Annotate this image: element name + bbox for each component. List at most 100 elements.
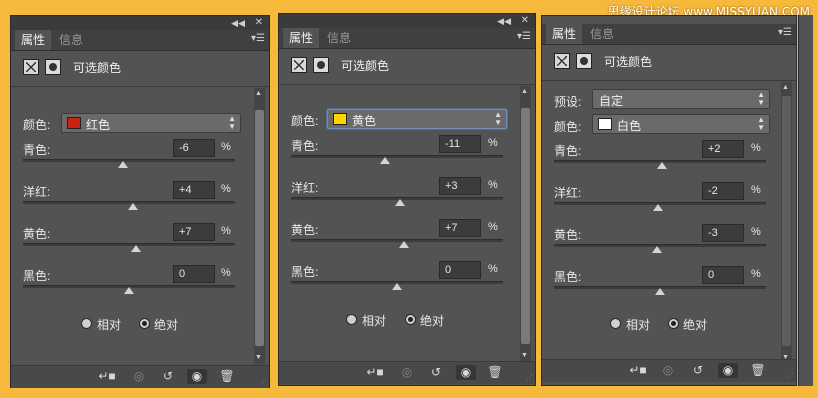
slider-thumb[interactable]: [652, 204, 663, 211]
menu-icon[interactable]: ▾☰: [778, 27, 792, 39]
radio-relative[interactable]: [346, 314, 357, 325]
adjustment-layer-icon[interactable]: [23, 59, 39, 75]
slider-value-field[interactable]: 0: [173, 265, 215, 283]
view-previous-state-icon[interactable]: ◎: [658, 363, 678, 378]
eye-icon[interactable]: ◉: [456, 365, 476, 380]
preset-select[interactable]: 自定 ▲ ▼: [592, 89, 770, 109]
slider-thumb[interactable]: [399, 241, 410, 248]
tab-info[interactable]: 信息: [321, 28, 357, 48]
scrollbar[interactable]: ▲ ▼: [254, 88, 265, 364]
tab-info[interactable]: 信息: [584, 24, 620, 44]
slider-thumb[interactable]: [651, 246, 662, 253]
layer-mask-icon[interactable]: [313, 57, 329, 73]
slider-thumb[interactable]: [392, 283, 402, 290]
resize-grip[interactable]: ⋰: [787, 373, 794, 380]
slider-thumb[interactable]: [395, 199, 406, 206]
slider-thumb[interactable]: [124, 287, 134, 294]
scrollbar-thumb[interactable]: [255, 110, 264, 346]
trash-icon[interactable]: 🗑: [217, 369, 237, 384]
layer-mask-icon[interactable]: [576, 53, 592, 69]
slider-thumb[interactable]: [657, 162, 668, 169]
radio-absolute[interactable]: [668, 318, 679, 329]
tab-properties[interactable]: 属性: [15, 30, 52, 50]
tab-properties[interactable]: 属性: [546, 24, 583, 44]
tab-properties[interactable]: 属性: [283, 28, 320, 48]
reset-icon[interactable]: ↺: [426, 365, 446, 380]
radio-relative-label: 相对: [626, 318, 651, 332]
scroll-down-icon[interactable]: ▼: [521, 352, 528, 360]
menu-icon[interactable]: ▾☰: [517, 31, 531, 43]
tab-info[interactable]: 信息: [53, 30, 89, 50]
percent-unit: %: [488, 263, 498, 275]
eye-icon[interactable]: ◉: [187, 369, 207, 384]
reset-icon[interactable]: ↺: [158, 369, 178, 384]
close-icon[interactable]: ✕: [521, 14, 529, 28]
clip-to-layer-icon[interactable]: ↵■: [97, 369, 117, 384]
chevron-updown-icon: ▲ ▼: [228, 114, 236, 131]
radio-relative[interactable]: [610, 318, 621, 329]
trash-icon[interactable]: 🗑: [485, 365, 505, 380]
view-previous-state-icon[interactable]: ◎: [397, 365, 417, 380]
slider-value-field[interactable]: -2: [702, 182, 744, 200]
scroll-up-icon[interactable]: ▲: [521, 88, 528, 96]
scrollbar-thumb[interactable]: [521, 108, 530, 344]
slider-value-field[interactable]: +4: [173, 181, 215, 199]
radio-absolute[interactable]: [405, 314, 416, 325]
percent-unit: %: [488, 221, 498, 233]
properties-panel-1: ◀◀ ✕ 属性 信息 ▾☰ 可选颜色 颜色: 红色 ▲ ▼ 相对 绝对 ▲ ▼ ↵…: [10, 15, 270, 388]
color-select[interactable]: 白色 ▲ ▼: [592, 114, 770, 134]
slider-thumb[interactable]: [655, 288, 665, 295]
panel-tabs: 属性 信息 ▾☰: [542, 24, 796, 45]
adjustment-layer-icon[interactable]: [291, 57, 307, 73]
scroll-down-icon[interactable]: ▼: [255, 354, 262, 362]
slider-track[interactable]: [291, 239, 503, 242]
slider-value-field[interactable]: 0: [702, 266, 744, 284]
reset-icon[interactable]: ↺: [688, 363, 708, 378]
clip-to-layer-icon[interactable]: ↵■: [365, 365, 385, 380]
close-icon[interactable]: ✕: [255, 16, 263, 30]
percent-unit: %: [221, 183, 231, 195]
color-select[interactable]: 黄色 ▲ ▼: [327, 109, 507, 129]
color-swatch: [333, 113, 347, 125]
color-select[interactable]: 红色 ▲ ▼: [61, 113, 241, 133]
adjustment-layer-icon[interactable]: [554, 53, 570, 69]
slider-value-field[interactable]: +7: [173, 223, 215, 241]
slider-value-field[interactable]: +2: [702, 140, 744, 158]
scroll-up-icon[interactable]: ▲: [255, 90, 262, 98]
eye-icon[interactable]: ◉: [718, 363, 738, 378]
slider-value-field[interactable]: -3: [702, 224, 744, 242]
double-chevron-left-icon[interactable]: ◀◀: [231, 16, 245, 30]
slider-thumb[interactable]: [117, 161, 128, 168]
slider-value-field[interactable]: -11: [439, 135, 481, 153]
adjustment-title: 可选颜色: [341, 59, 390, 73]
scroll-up-icon[interactable]: ▲: [782, 84, 789, 92]
layer-mask-icon[interactable]: [45, 59, 61, 75]
radio-relative[interactable]: [81, 318, 92, 329]
scrollbar[interactable]: ▲ ▼: [781, 82, 792, 364]
scrollbar-thumb[interactable]: [782, 96, 791, 346]
color-swatch: [598, 118, 612, 130]
slider-thumb[interactable]: [128, 203, 139, 210]
slider-track[interactable]: [23, 243, 235, 246]
double-chevron-left-icon[interactable]: ◀◀: [497, 14, 511, 28]
resize-grip[interactable]: ⋰: [526, 375, 533, 382]
chevron-updown-icon: ▲ ▼: [494, 110, 502, 127]
slider-thumb[interactable]: [131, 245, 142, 252]
radio-absolute[interactable]: [139, 318, 150, 329]
slider-thumb[interactable]: [380, 157, 391, 164]
panel-header: 可选颜色: [11, 51, 269, 85]
slider-value-field[interactable]: +3: [439, 177, 481, 195]
view-previous-state-icon[interactable]: ◎: [129, 369, 149, 384]
trash-icon[interactable]: 🗑: [748, 363, 768, 378]
clip-to-layer-icon[interactable]: ↵■: [628, 363, 648, 378]
slider-value-field[interactable]: +7: [439, 219, 481, 237]
slider-track[interactable]: [23, 159, 235, 162]
scrollbar[interactable]: ▲ ▼: [520, 86, 531, 362]
menu-icon[interactable]: ▾☰: [251, 33, 265, 45]
slider-value-field[interactable]: 0: [439, 261, 481, 279]
slider-track[interactable]: [291, 155, 503, 158]
slider-value-field[interactable]: -6: [173, 139, 215, 157]
panel-header: 可选颜色: [542, 45, 796, 79]
resize-grip[interactable]: ⋰: [260, 379, 267, 386]
slider-label: 黑色:: [291, 265, 319, 279]
